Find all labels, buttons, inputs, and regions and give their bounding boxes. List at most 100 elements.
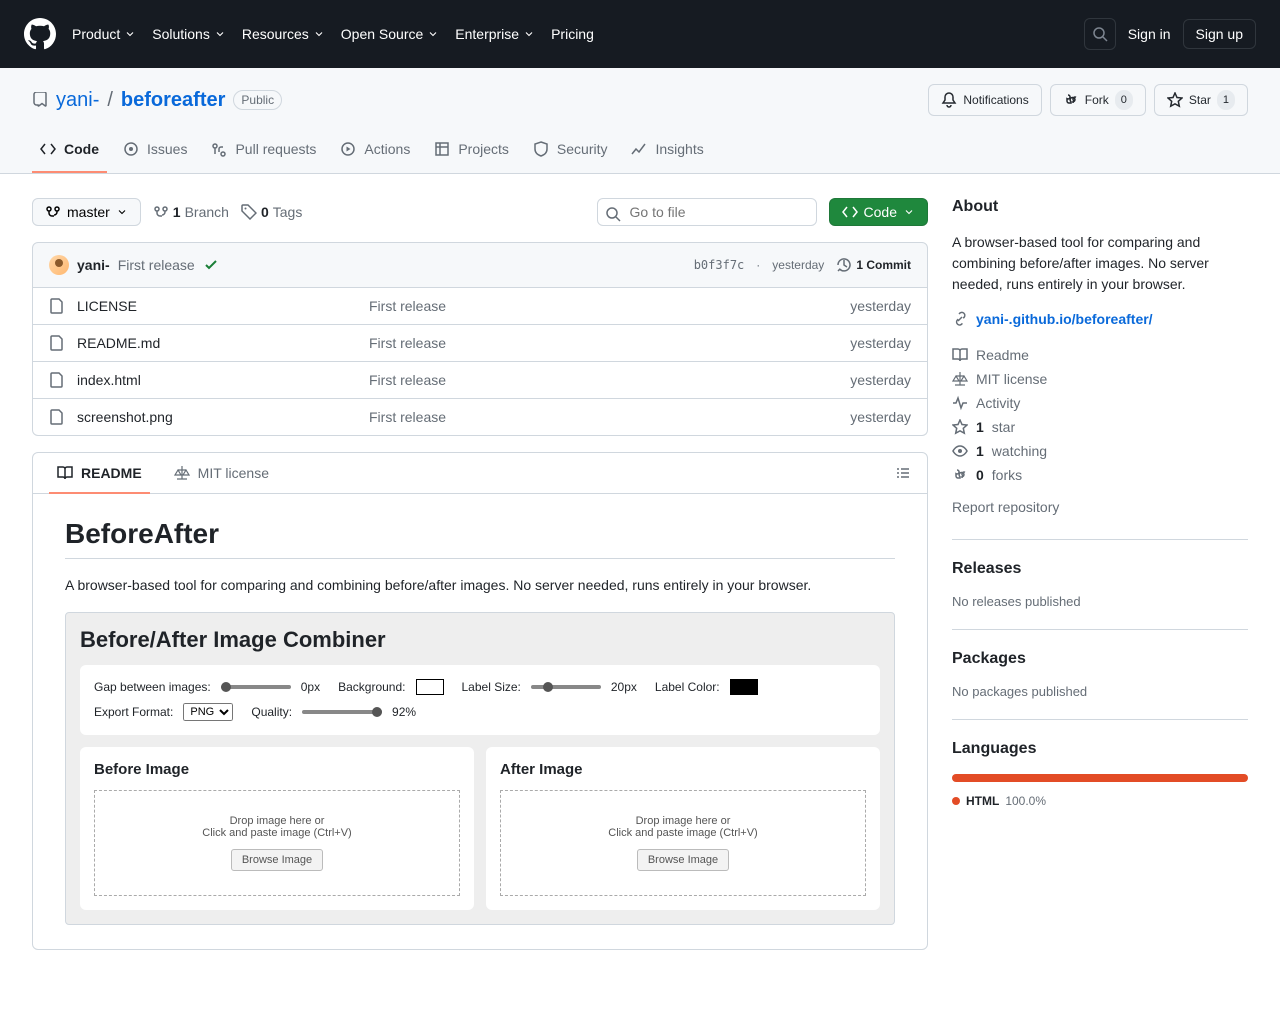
link-icon: [952, 311, 968, 327]
repo-icon: [32, 92, 48, 108]
about-heading: About: [952, 198, 1248, 216]
fork-icon: [952, 467, 968, 483]
readme-screenshot: Before/After Image Combiner Gap between …: [65, 612, 895, 925]
sidebar-watch-text: watching: [992, 443, 1047, 459]
file-date: yesterday: [850, 372, 911, 388]
tab-insights[interactable]: Insights: [623, 133, 711, 173]
shot-labelcolor-label: Label Color:: [655, 680, 720, 694]
shot-quality-label: Quality:: [251, 705, 292, 719]
header-nav-item[interactable]: Open Source: [341, 26, 440, 42]
pulse-icon: [952, 395, 968, 411]
star-count: 1: [1217, 90, 1235, 110]
commit-author-link[interactable]: yani-: [77, 257, 110, 273]
file-commit-link[interactable]: First release: [369, 298, 446, 314]
header-nav-item[interactable]: Resources: [242, 26, 325, 42]
homepage-link[interactable]: yani-.github.io/beforeafter/: [976, 311, 1153, 327]
tag-icon: [241, 204, 257, 220]
header-nav-item[interactable]: Pricing: [551, 26, 594, 42]
readme-body: BeforeAfter A browser-based tool for com…: [33, 494, 927, 949]
readme-tab-readme[interactable]: README: [49, 453, 150, 493]
file-name-link[interactable]: index.html: [77, 372, 141, 388]
commits-count-link[interactable]: 1 Commit: [836, 257, 911, 273]
file-commit-link[interactable]: First release: [369, 372, 446, 388]
sidebar-activity-link[interactable]: Activity: [952, 391, 1248, 415]
notifications-button[interactable]: Notifications: [928, 84, 1041, 116]
sign-in-link[interactable]: Sign in: [1128, 26, 1171, 42]
sidebar-forks-text: forks: [992, 467, 1022, 483]
readme-tab-license[interactable]: MIT license: [166, 453, 277, 493]
file-name-link[interactable]: LICENSE: [77, 298, 137, 314]
header-nav-item[interactable]: Enterprise: [455, 26, 535, 42]
header-nav-label: Solutions: [152, 26, 210, 42]
visibility-badge: Public: [233, 90, 282, 110]
sidebar-stars-text: star: [992, 419, 1015, 435]
tab-security[interactable]: Security: [525, 133, 616, 173]
releases-empty: No releases published: [952, 594, 1248, 609]
sidebar-forks-link[interactable]: 0 forks: [952, 463, 1248, 487]
readme-outline-button[interactable]: [887, 457, 919, 489]
star-icon: [1167, 92, 1183, 108]
tab-actions[interactable]: Actions: [332, 133, 418, 173]
shot-browse-btn: Browse Image: [637, 849, 729, 871]
shot-gap-label: Gap between images:: [94, 680, 211, 694]
language-pct: 100.0%: [1005, 794, 1046, 808]
commit-sep: ·: [756, 258, 760, 272]
shot-labelsize-value: 20px: [611, 680, 637, 694]
search-icon: [605, 206, 621, 222]
go-to-file-input[interactable]: [597, 198, 817, 226]
commit-hash-link[interactable]: b0f3f7c: [694, 258, 745, 272]
book-icon: [57, 465, 73, 481]
readme-tab-label: README: [81, 465, 142, 481]
language-item[interactable]: HTML 100.0%: [952, 794, 1248, 808]
branches-link[interactable]: 1 Branch: [153, 204, 229, 220]
header-nav-label: Pricing: [551, 26, 594, 42]
file-name-link[interactable]: screenshot.png: [77, 409, 173, 425]
repo-name-link[interactable]: beforeafter: [121, 89, 225, 112]
law-icon: [174, 465, 190, 481]
code-icon: [40, 141, 56, 157]
sign-up-link[interactable]: Sign up: [1183, 19, 1256, 49]
search-button[interactable]: [1084, 18, 1116, 50]
packages-heading[interactable]: Packages: [952, 650, 1248, 668]
github-logo[interactable]: [24, 18, 56, 50]
branch-switcher[interactable]: master: [32, 198, 141, 226]
sidebar-readme-link[interactable]: Readme: [952, 343, 1248, 367]
commit-date-link[interactable]: yesterday: [772, 258, 824, 272]
author-avatar[interactable]: [49, 255, 69, 275]
shot-title: Before/After Image Combiner: [80, 627, 880, 653]
branch-icon: [153, 204, 169, 220]
tab-code[interactable]: Code: [32, 133, 107, 173]
shot-after-heading: After Image: [500, 761, 866, 778]
commits-count-text: 1 Commit: [856, 258, 911, 272]
file-name-link[interactable]: README.md: [77, 335, 160, 351]
code-dropdown-button[interactable]: Code: [829, 198, 928, 226]
languages-heading: Languages: [952, 740, 1248, 758]
shot-quality-slider: [302, 710, 382, 714]
header-nav-item[interactable]: Product: [72, 26, 136, 42]
sidebar-report-link[interactable]: Report repository: [952, 495, 1248, 519]
code-icon: [842, 204, 858, 220]
repo-owner-link[interactable]: yani-: [56, 89, 99, 112]
file-commit-link[interactable]: First release: [369, 335, 446, 351]
file-date: yesterday: [850, 298, 911, 314]
chevron-down-icon: [903, 206, 915, 218]
commit-message-link[interactable]: First release: [118, 257, 195, 273]
releases-heading[interactable]: Releases: [952, 560, 1248, 578]
star-icon: [952, 419, 968, 435]
file-icon: [49, 298, 65, 314]
shot-before-dropzone: Drop image here or Click and paste image…: [94, 790, 460, 896]
tab-projects[interactable]: Projects: [426, 133, 517, 173]
sidebar-stars-link[interactable]: 1 star: [952, 415, 1248, 439]
star-button[interactable]: Star1: [1154, 84, 1248, 116]
shot-export-select: PNG: [183, 703, 233, 721]
header-nav-label: Resources: [242, 26, 309, 42]
sidebar-watching-link[interactable]: 1 watching: [952, 439, 1248, 463]
fork-button[interactable]: Fork0: [1050, 84, 1146, 116]
sidebar-license-link[interactable]: MIT license: [952, 367, 1248, 391]
header-nav-label: Enterprise: [455, 26, 519, 42]
file-commit-link[interactable]: First release: [369, 409, 446, 425]
header-nav-item[interactable]: Solutions: [152, 26, 226, 42]
tags-link[interactable]: 0 Tags: [241, 204, 302, 220]
tab-pulls[interactable]: Pull requests: [203, 133, 324, 173]
tab-issues[interactable]: Issues: [115, 133, 195, 173]
